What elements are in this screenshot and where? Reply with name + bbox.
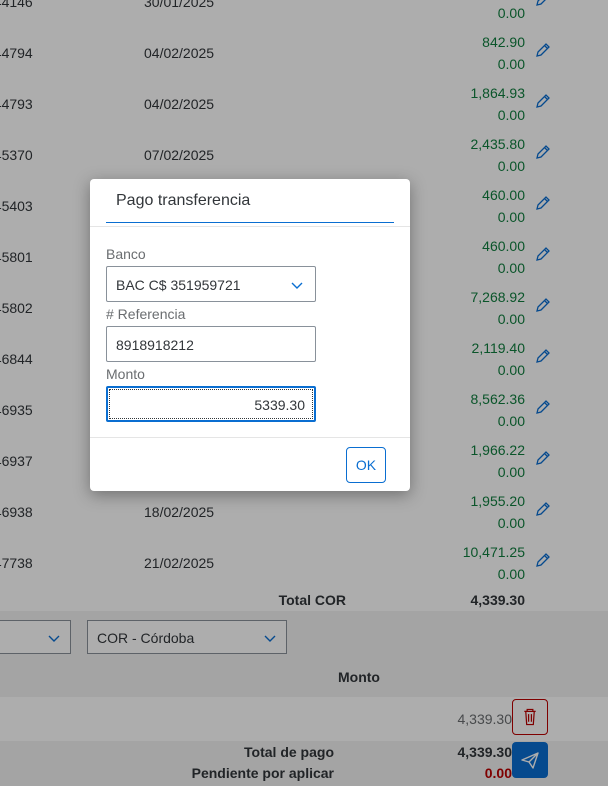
- chevron-down-icon: [291, 282, 303, 289]
- referencia-input-value: 8918918212: [116, 337, 194, 353]
- pago-transferencia-dialog: Pago transferencia Banco BAC C$ 35195972…: [90, 179, 410, 491]
- referencia-input[interactable]: 8918918212: [106, 326, 316, 362]
- monto-input[interactable]: 5339.30: [106, 386, 316, 422]
- dialog-footer-divider: [90, 437, 410, 438]
- banco-select[interactable]: BAC C$ 351959721: [106, 266, 316, 302]
- dialog-header-divider: [90, 226, 410, 227]
- dialog-title: Pago transferencia: [116, 192, 251, 209]
- banco-select-value: BAC C$ 351959721: [116, 277, 241, 293]
- monto-input-value: 5339.30: [254, 397, 305, 413]
- ok-button[interactable]: OK: [346, 447, 386, 483]
- monto-label: Monto: [106, 366, 145, 382]
- banco-label: Banco: [106, 246, 146, 262]
- dialog-title-underline: [106, 222, 394, 223]
- referencia-label: # Referencia: [106, 306, 186, 322]
